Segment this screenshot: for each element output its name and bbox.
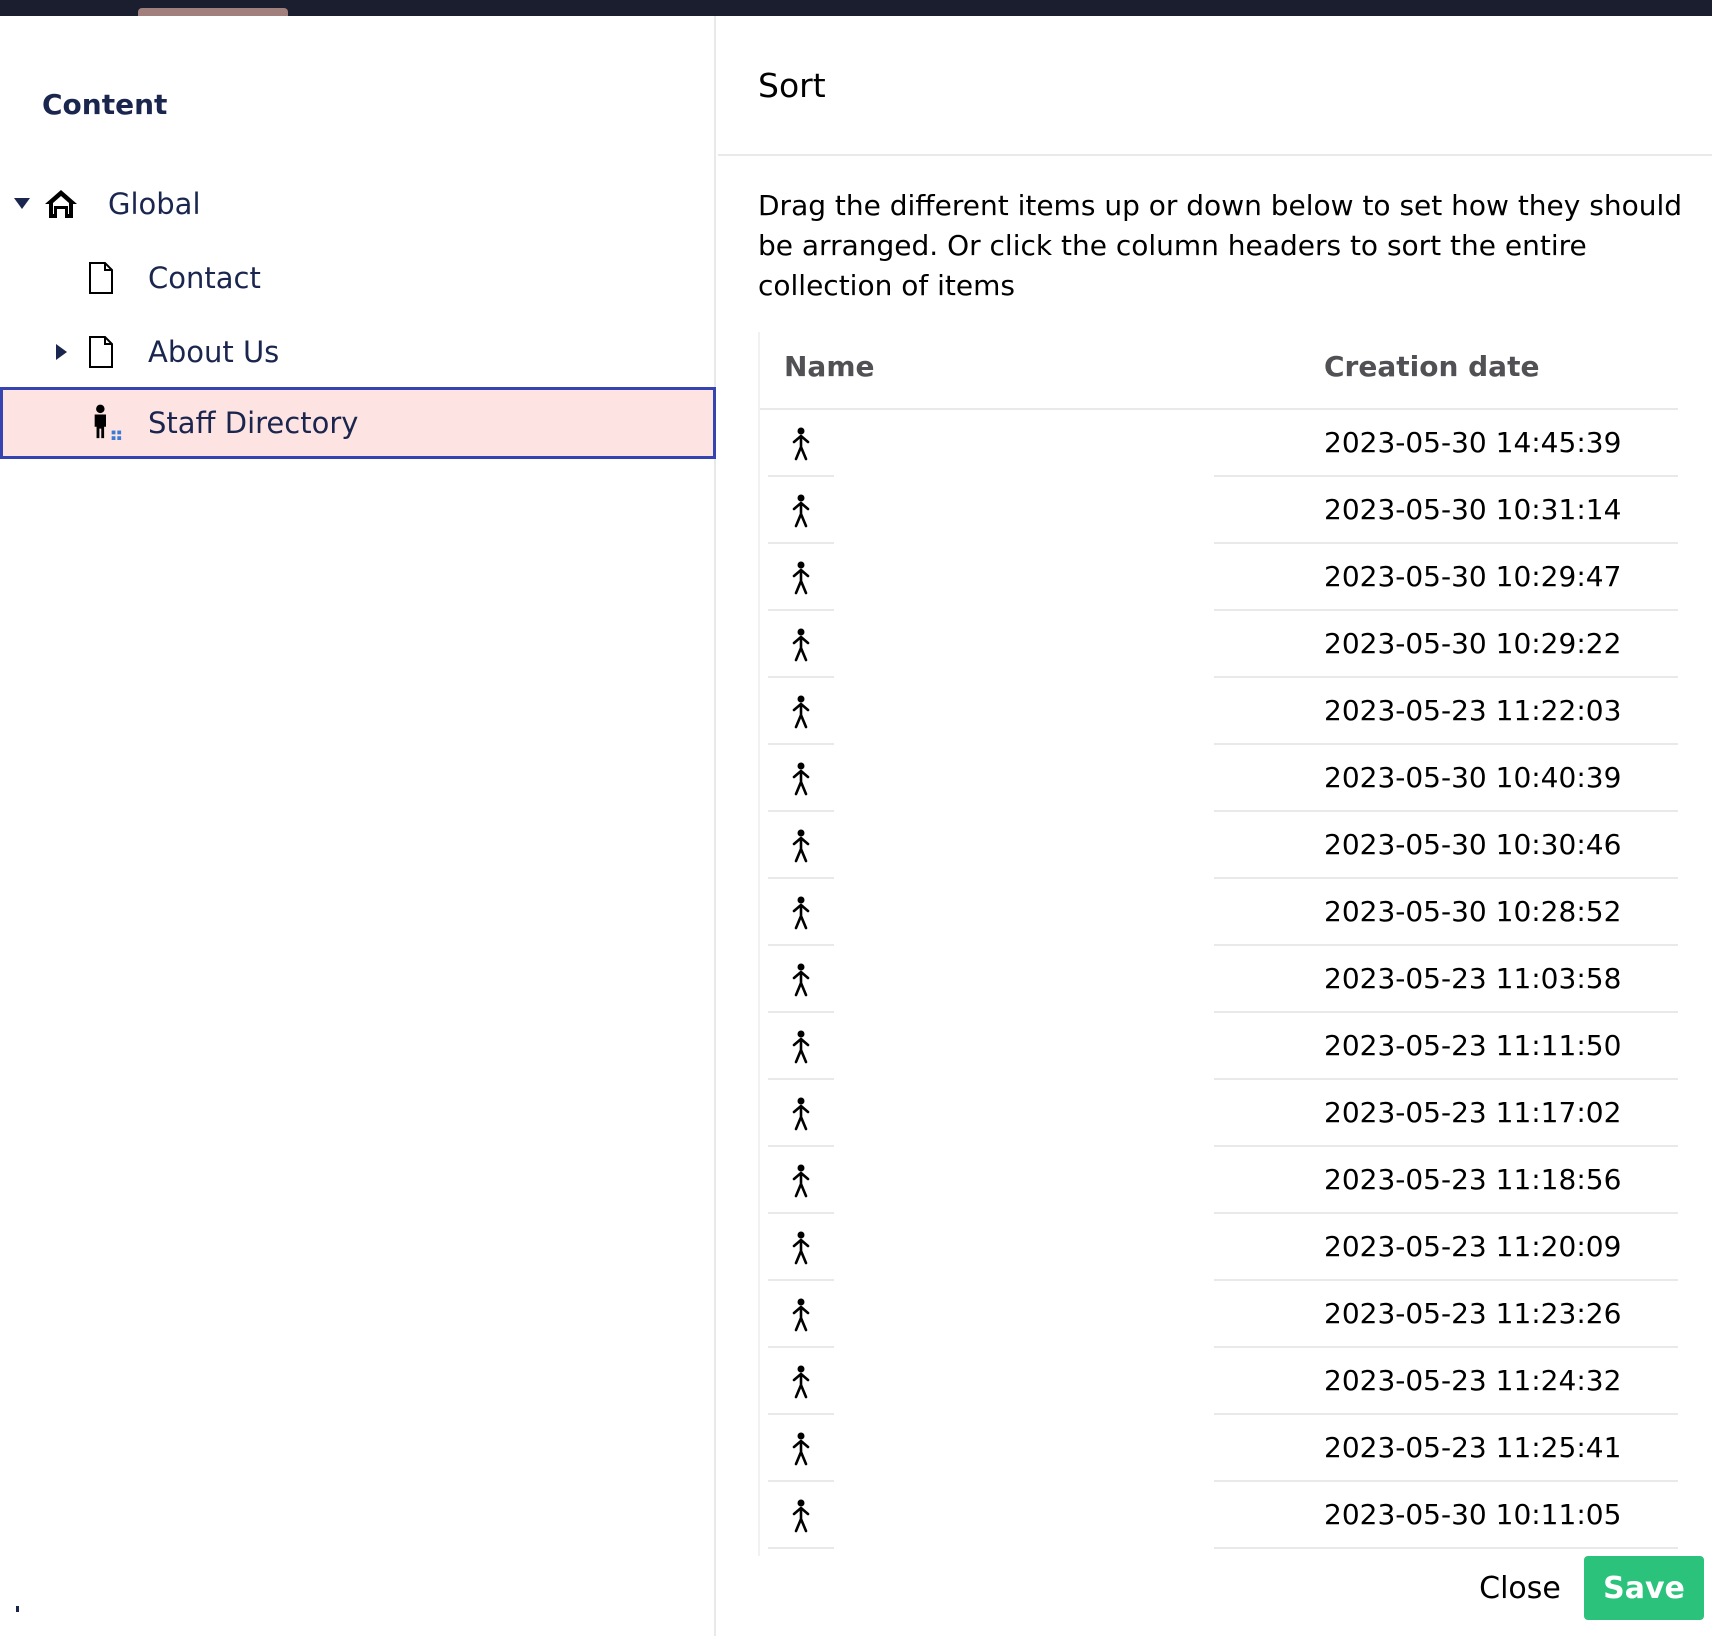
tree-item-label: About Us: [148, 335, 280, 369]
tree-title: Content: [42, 88, 168, 121]
creation-date-text: 2023-05-30 10:31:14: [1324, 493, 1622, 526]
person-icon: [768, 1216, 834, 1281]
scroll-marker: [16, 1606, 19, 1612]
table-row[interactable]: 2023-05-23 11:18:56: [768, 1149, 1678, 1216]
close-button[interactable]: Close: [1458, 1556, 1582, 1620]
save-button[interactable]: Save: [1584, 1556, 1704, 1620]
creation-date-text: 2023-05-23 11:23:26: [1324, 1297, 1622, 1330]
creation-date-cell: 2023-05-23 11:25:41: [1214, 1417, 1678, 1482]
caret-right-icon[interactable]: [52, 342, 72, 362]
sort-panel: Sort Drag the different items up or down…: [718, 16, 1712, 1636]
column-header-name[interactable]: Name: [784, 350, 875, 383]
person-icon: [768, 1484, 834, 1549]
sort-title: Sort: [758, 66, 826, 105]
creation-date-cell: 2023-05-23 11:17:02: [1214, 1082, 1678, 1147]
table-row[interactable]: 2023-05-23 11:17:02: [768, 1082, 1678, 1149]
creation-date-cell: 2023-05-23 11:24:32: [1214, 1350, 1678, 1415]
table-row[interactable]: 2023-05-30 10:29:47: [768, 546, 1678, 613]
table-row[interactable]: 2023-05-23 11:11:50: [768, 1015, 1678, 1082]
creation-date-text: 2023-05-23 11:18:56: [1324, 1163, 1622, 1196]
table-row[interactable]: 2023-05-30 10:11:05: [768, 1484, 1678, 1551]
sort-header: Sort: [718, 16, 1712, 156]
creation-date-text: 2023-05-30 10:29:22: [1324, 627, 1622, 660]
person-icon: [768, 1417, 834, 1482]
table-row[interactable]: 2023-05-30 10:31:14: [768, 479, 1678, 546]
person-icon: [768, 479, 834, 544]
creation-date-cell: 2023-05-30 10:31:14: [1214, 479, 1678, 544]
creation-date-text: 2023-05-30 10:30:46: [1324, 828, 1622, 861]
creation-date-text: 2023-05-23 11:03:58: [1324, 962, 1622, 995]
table-row[interactable]: 2023-05-30 10:29:22: [768, 613, 1678, 680]
creation-date-cell: 2023-05-30 10:30:46: [1214, 814, 1678, 879]
person-icon: [768, 1015, 834, 1080]
table-row[interactable]: 2023-05-23 11:25:41: [768, 1417, 1678, 1484]
table-row[interactable]: 2023-05-23 11:24:32: [768, 1350, 1678, 1417]
creation-date-cell: 2023-05-23 11:11:50: [1214, 1015, 1678, 1080]
person-icon: [768, 1082, 834, 1147]
person-icon: [768, 546, 834, 611]
document-icon: [84, 335, 118, 369]
creation-date-cell: 2023-05-23 11:03:58: [1214, 948, 1678, 1013]
tree-item-about-us[interactable]: About Us: [0, 316, 716, 388]
person-icon: [768, 412, 834, 477]
creation-date-text: 2023-05-30 10:11:05: [1324, 1498, 1622, 1531]
tree-item-label: Staff Directory: [148, 406, 359, 440]
creation-date-cell: 2023-05-30 10:29:22: [1214, 613, 1678, 678]
creation-date-text: 2023-05-30 14:45:39: [1324, 426, 1622, 459]
table-row[interactable]: 2023-05-30 10:30:46: [768, 814, 1678, 881]
table-row[interactable]: 2023-05-23 11:03:58: [768, 948, 1678, 1015]
table-row[interactable]: 2023-05-23 11:20:09: [768, 1216, 1678, 1283]
person-icon: [768, 1149, 834, 1214]
person-list-icon: [89, 404, 123, 440]
creation-date-text: 2023-05-30 10:28:52: [1324, 895, 1622, 928]
creation-date-cell: 2023-05-30 10:28:52: [1214, 881, 1678, 946]
creation-date-cell: 2023-05-30 10:29:47: [1214, 546, 1678, 611]
content-tree-panel: Content Global Contact About Us Staff Di…: [0, 16, 716, 1636]
person-icon: [768, 613, 834, 678]
tree-item-label: Contact: [148, 261, 261, 295]
table-row[interactable]: 2023-05-30 10:28:52: [768, 881, 1678, 948]
creation-date-text: 2023-05-30 10:40:39: [1324, 761, 1622, 794]
creation-date-cell: 2023-05-30 10:11:05: [1214, 1484, 1678, 1549]
column-header-creation-date[interactable]: Creation date: [1324, 350, 1539, 383]
person-icon: [768, 1283, 834, 1348]
table-row[interactable]: 2023-05-30 14:45:39: [768, 412, 1678, 479]
creation-date-text: 2023-05-23 11:17:02: [1324, 1096, 1622, 1129]
creation-date-text: 2023-05-23 11:22:03: [1324, 694, 1622, 727]
person-icon: [768, 948, 834, 1013]
creation-date-text: 2023-05-30 10:29:47: [1324, 560, 1622, 593]
creation-date-text: 2023-05-23 11:24:32: [1324, 1364, 1622, 1397]
person-icon: [768, 680, 834, 745]
creation-date-cell: 2023-05-23 11:23:26: [1214, 1283, 1678, 1348]
table-row[interactable]: 2023-05-23 11:23:26: [768, 1283, 1678, 1350]
creation-date-cell: 2023-05-23 11:18:56: [1214, 1149, 1678, 1214]
document-icon: [84, 261, 118, 295]
tree-item-label: Global: [108, 187, 201, 221]
top-bar-tab[interactable]: [138, 8, 288, 16]
person-icon: [768, 814, 834, 879]
creation-date-cell: 2023-05-23 11:20:09: [1214, 1216, 1678, 1281]
creation-date-text: 2023-05-23 11:11:50: [1324, 1029, 1622, 1062]
sort-description: Drag the different items up or down belo…: [758, 189, 1683, 302]
person-icon: [768, 747, 834, 812]
table-row[interactable]: 2023-05-23 11:22:03: [768, 680, 1678, 747]
creation-date-cell: 2023-05-30 14:45:39: [1214, 412, 1678, 477]
tree-item-global[interactable]: Global: [0, 168, 716, 240]
creation-date-text: 2023-05-23 11:20:09: [1324, 1230, 1622, 1263]
table-row[interactable]: 2023-05-30 10:40:39: [768, 747, 1678, 814]
creation-date-text: 2023-05-23 11:25:41: [1324, 1431, 1622, 1464]
tree-item-contact[interactable]: Contact: [0, 242, 716, 314]
creation-date-cell: 2023-05-23 11:22:03: [1214, 680, 1678, 745]
creation-date-cell: 2023-05-30 10:40:39: [1214, 747, 1678, 812]
person-icon: [768, 1350, 834, 1415]
sort-table: Name Creation date 2023-05-30 14:45:39 20…: [758, 332, 1678, 1556]
home-icon: [44, 187, 78, 221]
table-header: Name Creation date: [760, 332, 1678, 410]
caret-down-icon[interactable]: [12, 194, 32, 214]
person-icon: [768, 881, 834, 946]
tree-item-staff-directory[interactable]: Staff Directory: [0, 387, 716, 459]
top-bar: [0, 0, 1712, 16]
